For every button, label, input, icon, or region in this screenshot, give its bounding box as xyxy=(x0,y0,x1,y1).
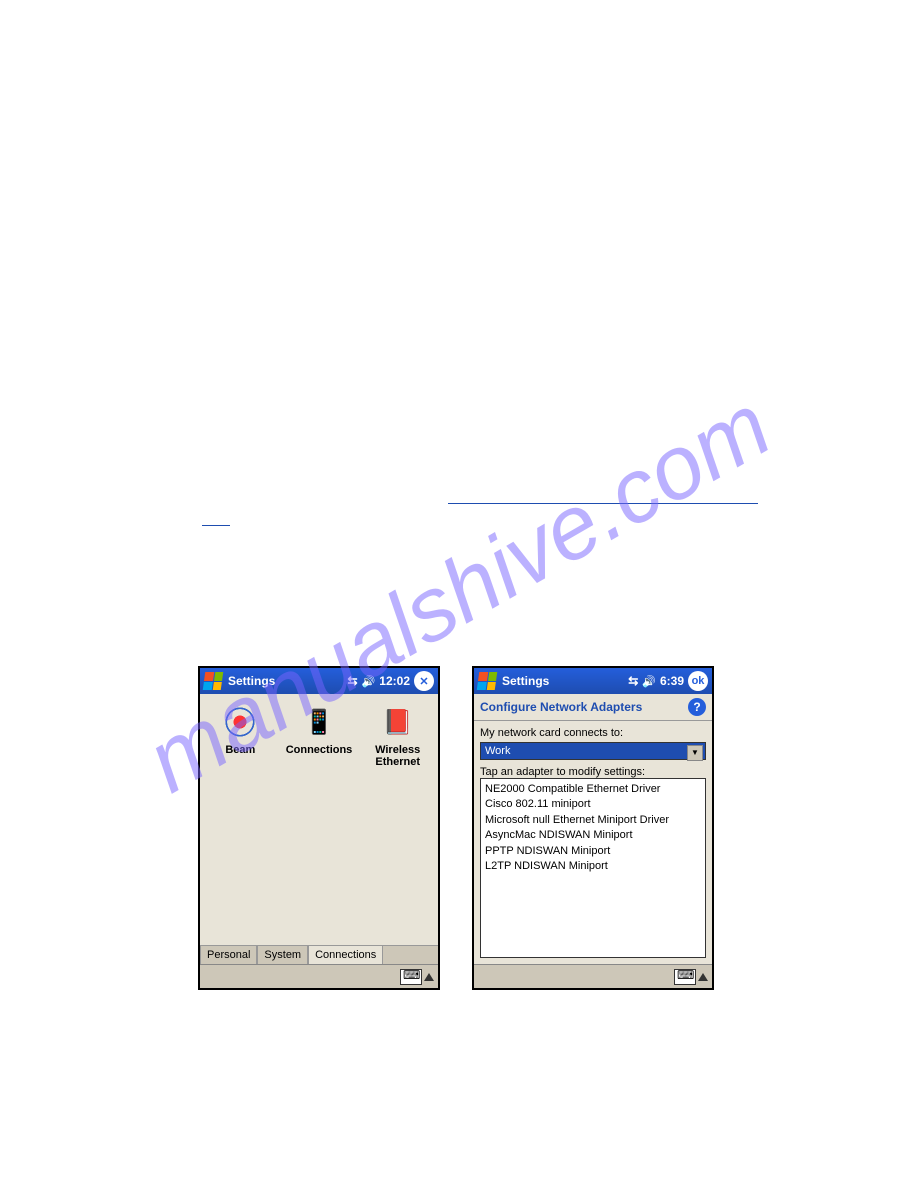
adapter-item[interactable]: AsyncMac NDISWAN Miniport xyxy=(485,828,701,843)
adapter-instruction-label: Tap an adapter to modify settings: xyxy=(480,766,706,778)
beam-icon[interactable]: Beam xyxy=(206,704,275,768)
connections-icon[interactable]: Connections xyxy=(285,704,354,768)
bottombar xyxy=(474,964,712,988)
titlebar: Settings 12:02 ✕ xyxy=(200,668,438,694)
title: Settings xyxy=(228,674,348,688)
speaker-icon[interactable] xyxy=(362,675,376,688)
help-icon[interactable]: ? xyxy=(688,698,706,716)
start-icon[interactable] xyxy=(203,672,224,690)
beam-label: Beam xyxy=(206,744,275,756)
adapter-item[interactable]: PPTP NDISWAN Miniport xyxy=(485,844,701,859)
bottombar xyxy=(200,964,438,988)
settings-connections-screen: Settings 12:02 ✕ Beam Connections xyxy=(198,666,440,990)
tab-personal[interactable]: Personal xyxy=(200,945,257,964)
content-area: Beam Connections Wireless Ethernet xyxy=(200,694,438,945)
adapter-item[interactable]: Cisco 802.11 miniport xyxy=(485,797,701,812)
clock[interactable]: 12:02 xyxy=(379,674,410,688)
sync-icon[interactable] xyxy=(628,674,638,688)
keyboard-icon[interactable] xyxy=(400,969,422,985)
wireless-ethernet-label: Wireless Ethernet xyxy=(363,744,432,768)
adapter-item[interactable]: Microsoft null Ethernet Miniport Driver xyxy=(485,813,701,828)
sip-arrow-icon[interactable] xyxy=(424,973,434,981)
subheader: Configure Network Adapters ? xyxy=(474,694,712,721)
sync-icon[interactable] xyxy=(348,674,358,688)
wireless-ethernet-icon[interactable]: Wireless Ethernet xyxy=(363,704,432,768)
connects-to-dropdown[interactable]: Work xyxy=(480,742,706,760)
connects-to-label: My network card connects to: xyxy=(480,727,706,739)
connections-label: Connections xyxy=(285,744,354,756)
ok-button[interactable]: ok xyxy=(688,671,708,691)
close-button[interactable]: ✕ xyxy=(414,671,434,691)
subheader-title: Configure Network Adapters xyxy=(480,700,642,714)
adapter-item[interactable]: NE2000 Compatible Ethernet Driver xyxy=(485,782,701,797)
tab-connections[interactable]: Connections xyxy=(308,945,383,964)
adapter-item[interactable]: L2TP NDISWAN Miniport xyxy=(485,859,701,874)
tabs: Personal System Connections xyxy=(200,945,438,964)
configure-network-adapters-screen: Settings 6:39 ok Configure Network Adapt… xyxy=(472,666,714,990)
tab-system[interactable]: System xyxy=(257,945,308,964)
content-area: My network card connects to: Work Tap an… xyxy=(474,721,712,964)
titlebar: Settings 6:39 ok xyxy=(474,668,712,694)
keyboard-icon[interactable] xyxy=(674,969,696,985)
sip-arrow-icon[interactable] xyxy=(698,973,708,981)
speaker-icon[interactable] xyxy=(642,675,656,688)
clock[interactable]: 6:39 xyxy=(660,674,684,688)
start-icon[interactable] xyxy=(477,672,498,690)
adapter-list[interactable]: NE2000 Compatible Ethernet Driver Cisco … xyxy=(480,778,706,958)
page-link-top xyxy=(448,503,758,504)
title: Settings xyxy=(502,674,628,688)
page-link-left xyxy=(202,525,230,526)
